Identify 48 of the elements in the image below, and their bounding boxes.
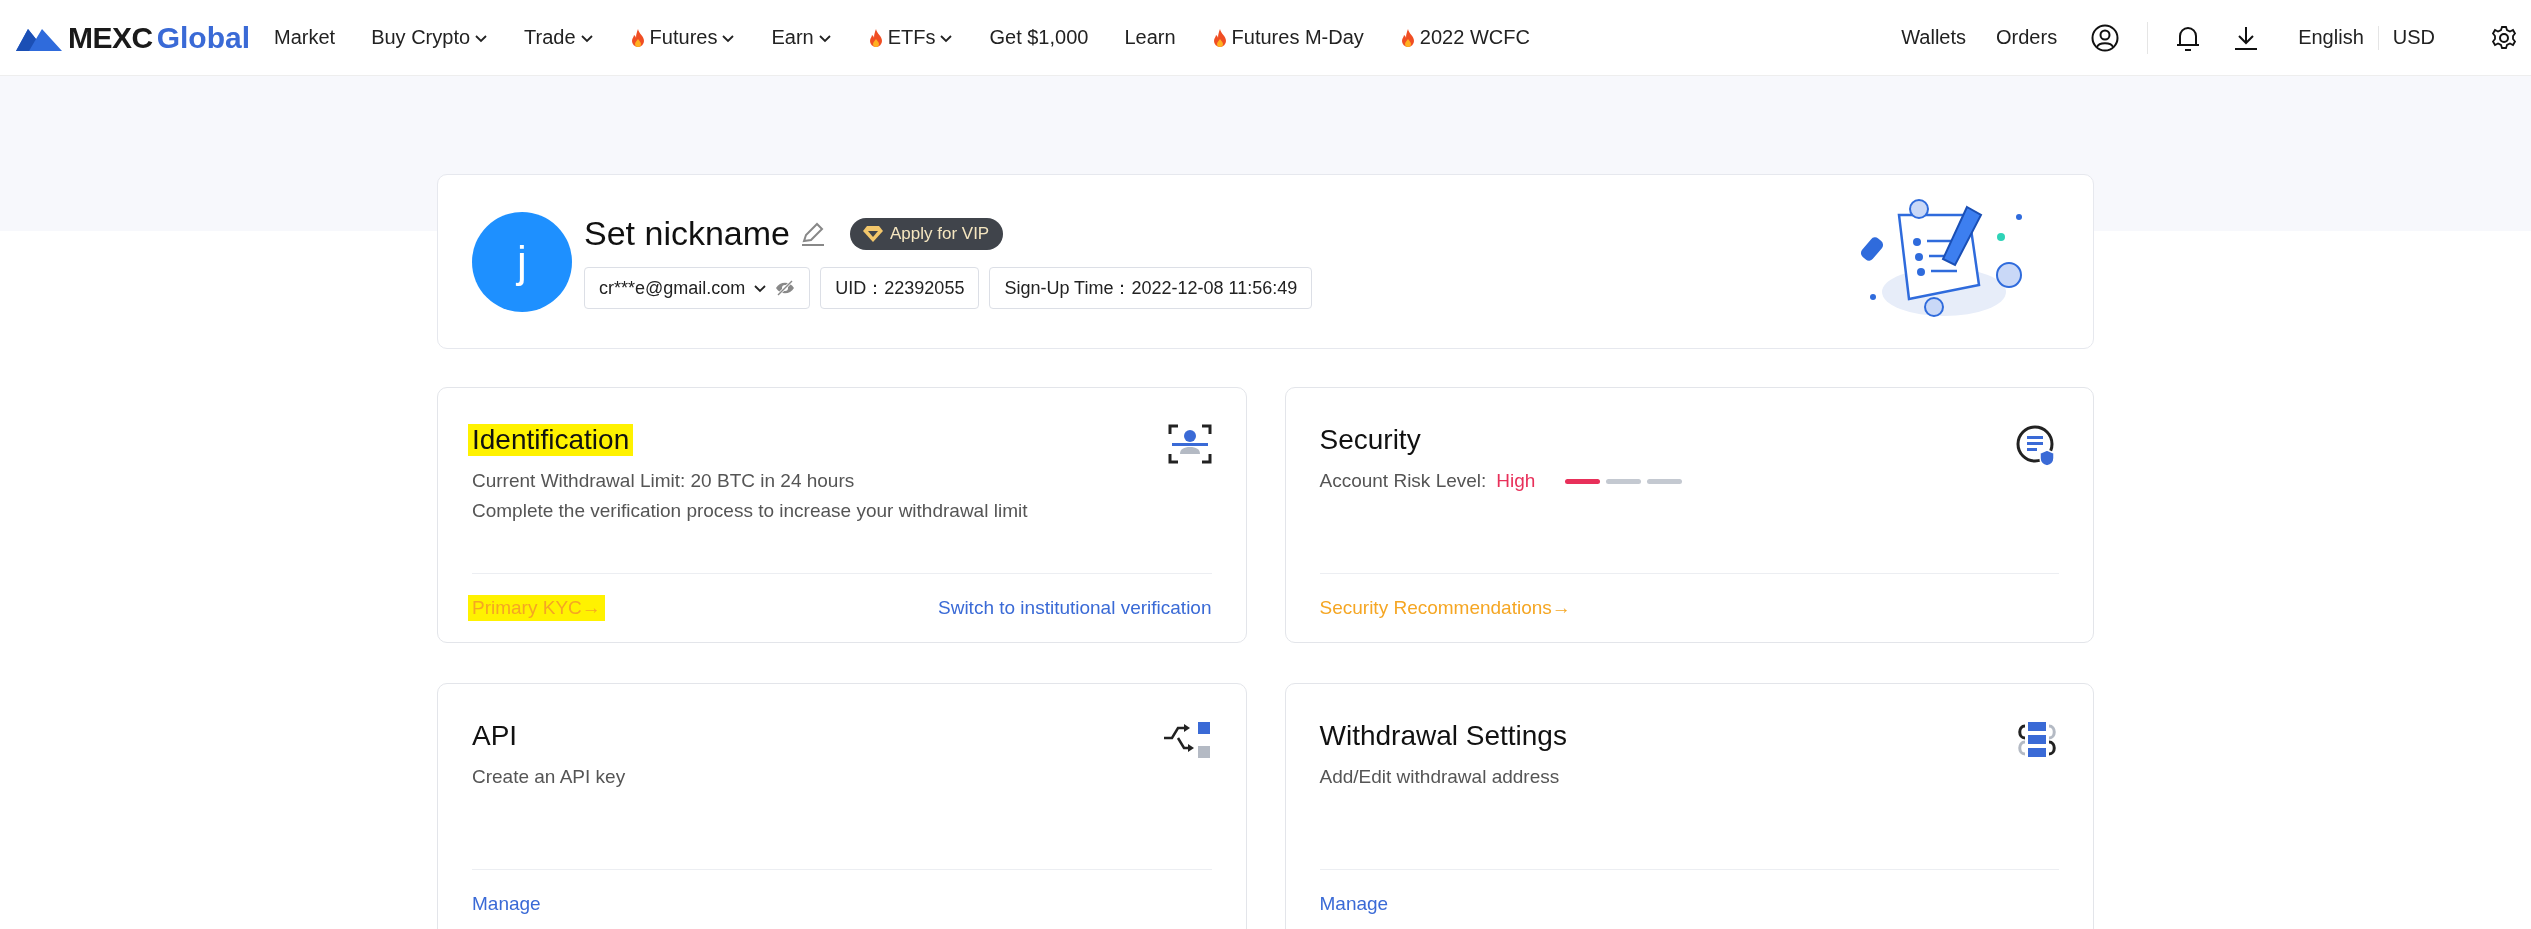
card-link[interactable]: Manage: [468, 891, 545, 918]
logo-text[interactable]: MEXC: [68, 20, 153, 55]
eye-off-icon[interactable]: [775, 280, 796, 296]
flame-icon: [629, 27, 646, 48]
card-title: Security: [1318, 424, 1422, 456]
user-icon[interactable]: [2091, 23, 2120, 52]
card-title: API: [471, 720, 519, 752]
card-description: Complete the verification process to increase your withdrawal limit: [472, 500, 1028, 522]
nav-item[interactable]: Futures: [629, 26, 736, 49]
currency-selector[interactable]: USD: [2392, 26, 2435, 49]
nav-item[interactable]: Get $1,000: [989, 26, 1089, 49]
card-description: Add/Edit withdrawal address: [1319, 766, 1561, 788]
vip-button[interactable]: Apply for VIP: [850, 217, 1004, 250]
flame-icon: [1399, 27, 1416, 48]
nav-item[interactable]: ETFs: [867, 26, 954, 49]
nav-item[interactable]: Buy Crypto: [371, 26, 489, 49]
transfer-list-icon: [2015, 720, 2059, 760]
nav-item[interactable]: Trade: [524, 26, 594, 49]
download-icon[interactable]: [2234, 24, 2259, 51]
card-link[interactable]: Manage: [1315, 891, 1393, 918]
risk-level-label: Account Risk Level:: [1319, 470, 1487, 492]
card-description: Current Withdrawal Limit: 20 BTC in 24 hours: [472, 470, 856, 492]
nav-item[interactable]: Market: [274, 26, 336, 49]
language-selector[interactable]: English: [2298, 26, 2364, 49]
signup-time-chip: Sign-Up Time：2022-12-08 11:56:49: [989, 267, 1313, 309]
avatar: j: [472, 211, 572, 312]
settings-icon[interactable]: [2491, 24, 2517, 51]
email-chip[interactable]: cr***e@gmail.com: [584, 267, 811, 309]
flame-icon: [1211, 27, 1228, 48]
card-title: Withdrawal Settings: [1318, 720, 1568, 752]
card-link[interactable]: Switch to institutional verification: [934, 595, 1216, 622]
logo-suffix[interactable]: Global: [156, 20, 251, 55]
flame-icon: [867, 27, 884, 48]
nav-item[interactable]: Learn: [1124, 26, 1176, 49]
nav-item[interactable]: Earn: [771, 26, 832, 49]
risk-level-value: High: [1496, 470, 1536, 492]
nav-item[interactable]: 2022 WCFC: [1399, 26, 1530, 49]
card-description: Create an API key: [472, 766, 626, 788]
branch-arrows-icon: [1161, 720, 1212, 760]
face-scan-icon: [1167, 424, 1212, 464]
diamond-icon: [862, 224, 884, 243]
card-title: Identification: [468, 424, 634, 456]
pencil-icon[interactable]: [800, 220, 826, 247]
nav-link[interactable]: Orders: [1996, 26, 2058, 49]
uid-chip: UID：22392055: [820, 267, 980, 309]
nickname: Set nickname: [584, 214, 790, 253]
nav-link[interactable]: Wallets: [1901, 26, 1967, 49]
nav-item[interactable]: Futures M-Day: [1211, 26, 1364, 49]
